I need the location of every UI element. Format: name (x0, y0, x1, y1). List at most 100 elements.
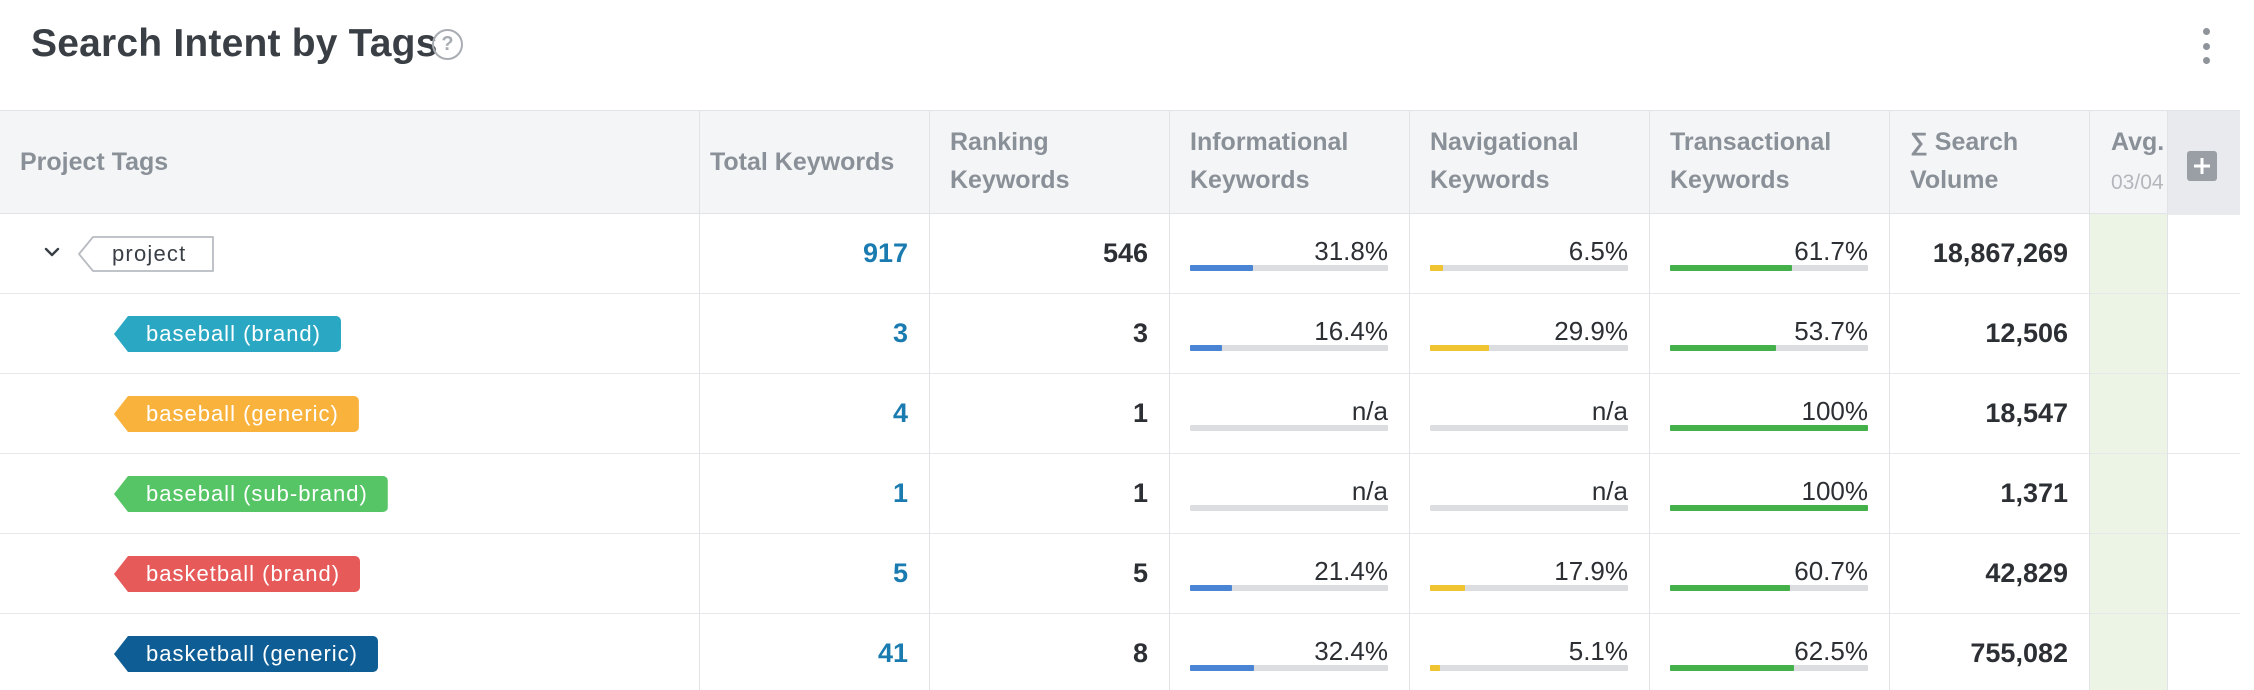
informational-percent: n/a (1351, 396, 1388, 426)
ranking-keywords-value: 3 (1132, 318, 1148, 348)
col-ranking-line1: Ranking (950, 128, 1049, 156)
page-edge (2240, 0, 2254, 690)
chevron-down-icon[interactable] (42, 242, 62, 262)
informational-cell: n/a (1190, 454, 1388, 533)
informational-bar-fill (1190, 665, 1255, 671)
ranking-keywords-value: 1 (1132, 478, 1148, 508)
col-search-volume[interactable]: ∑ Search Volume (1910, 123, 2018, 226)
tag-badge[interactable]: baseball (generic) (114, 396, 359, 432)
total-keywords-link[interactable]: 4 (700, 374, 908, 453)
navigational-cell: 5.1% (1430, 614, 1628, 690)
transactional-bar-fill (1670, 425, 1868, 431)
tag-badge[interactable]: baseball (sub-brand) (114, 476, 388, 512)
navigational-bar-fill (1430, 585, 1466, 591)
tag-badge[interactable]: baseball (brand) (114, 316, 341, 352)
informational-cell: 31.8% (1190, 214, 1388, 293)
informational-bar-track (1190, 665, 1388, 671)
navigational-bar-track (1430, 345, 1628, 351)
table-row[interactable]: basketball (brand) 5 5 21.4% 17.9% 60.7% (0, 534, 2240, 614)
divider (1649, 110, 1650, 690)
col-navigational-line2: Keywords (1430, 166, 1550, 194)
plus-icon[interactable] (2187, 151, 2217, 181)
transactional-bar-fill (1670, 345, 1777, 351)
divider (699, 110, 700, 690)
col-transactional-line2: Keywords (1670, 166, 1790, 194)
transactional-bar-fill (1670, 585, 1791, 591)
transactional-cell: 100% (1670, 374, 1868, 453)
transactional-percent: 60.7% (1794, 556, 1868, 586)
total-keywords-link[interactable]: 3 (700, 294, 908, 373)
table-row[interactable]: baseball (brand) 3 3 16.4% 29.9% 53.7% 1… (0, 294, 2240, 374)
informational-percent: 31.8% (1314, 236, 1388, 266)
transactional-bar-fill (1670, 505, 1868, 511)
search-volume-value: 18,547 (1985, 398, 2068, 428)
informational-cell: n/a (1190, 374, 1388, 453)
navigational-cell: n/a (1430, 454, 1628, 533)
transactional-bar-track (1670, 585, 1868, 591)
navigational-bar-track (1430, 265, 1628, 271)
navigational-percent: n/a (1591, 476, 1628, 506)
col-transactional[interactable]: Transactional Keywords (1670, 123, 1831, 226)
search-intent-table: Project Tags Total Keywords Ranking Keyw… (0, 110, 2240, 690)
question-circle-icon[interactable]: ? (432, 29, 463, 60)
informational-bar-fill (1190, 345, 1223, 351)
col-informational-line1: Informational (1190, 128, 1349, 156)
navigational-percent: 5.1% (1568, 636, 1628, 666)
col-informational[interactable]: Informational Keywords (1190, 123, 1348, 226)
transactional-cell: 60.7% (1670, 534, 1868, 613)
transactional-bar-track (1670, 505, 1868, 511)
col-ranking-keywords[interactable]: Ranking Keywords (950, 123, 1069, 226)
transactional-percent: 62.5% (1794, 636, 1868, 666)
search-volume-value: 1,371 (2000, 478, 2068, 508)
transactional-bar-fill (1670, 265, 1793, 271)
divider (2167, 110, 2168, 690)
col-navigational-line1: Navigational (1430, 128, 1579, 156)
ranking-keywords-value: 5 (1132, 558, 1148, 588)
transactional-cell: 100% (1670, 454, 1868, 533)
table-row[interactable]: project 917 546 31.8% 6.5% 61.7% 18,867,… (0, 214, 2240, 294)
tag-label: project (112, 241, 187, 266)
total-keywords-link[interactable]: 917 (700, 214, 908, 293)
transactional-cell: 61.7% (1670, 214, 1868, 293)
transactional-cell: 53.7% (1670, 294, 1868, 373)
informational-percent: n/a (1351, 476, 1388, 506)
ranking-keywords-value: 546 (1102, 238, 1148, 268)
kebab-vertical-icon[interactable] (2196, 28, 2216, 64)
tag-badge[interactable]: basketball (generic) (114, 636, 378, 672)
informational-percent: 16.4% (1314, 316, 1388, 346)
informational-percent: 32.4% (1314, 636, 1388, 666)
search-volume-value: 755,082 (1970, 638, 2068, 668)
total-keywords-link[interactable]: 41 (700, 614, 908, 690)
tag-badge[interactable]: basketball (brand) (114, 556, 361, 592)
col-navigational[interactable]: Navigational Keywords (1430, 123, 1579, 226)
transactional-percent: 53.7% (1794, 316, 1868, 346)
divider (1169, 110, 1170, 690)
informational-bar-track (1190, 585, 1388, 591)
total-keywords-link[interactable]: 5 (700, 534, 908, 613)
informational-bar-track (1190, 505, 1388, 511)
table-header: Project Tags Total Keywords Ranking Keyw… (0, 110, 2240, 215)
divider (929, 110, 930, 690)
navigational-percent: 29.9% (1554, 316, 1628, 346)
search-volume-value: 18,867,269 (1932, 238, 2068, 268)
table-row[interactable]: baseball (generic) 4 1 n/a n/a 100% 18,5… (0, 374, 2240, 454)
navigational-bar-fill (1430, 345, 1490, 351)
col-volume-line1: ∑ Search (1910, 128, 2019, 156)
informational-percent: 21.4% (1314, 556, 1388, 586)
total-keywords-link[interactable]: 1 (700, 454, 908, 533)
transactional-bar-fill (1670, 665, 1794, 671)
divider (1889, 110, 1890, 690)
navigational-bar-track (1430, 505, 1628, 511)
navigational-bar-fill (1430, 665, 1441, 671)
col-informational-line2: Keywords (1190, 166, 1310, 194)
table-row[interactable]: basketball (generic) 41 8 32.4% 5.1% 62.… (0, 614, 2240, 690)
navigational-percent: 6.5% (1568, 236, 1628, 266)
informational-bar-fill (1190, 265, 1253, 271)
col-transactional-line1: Transactional (1670, 128, 1832, 156)
table-row[interactable]: baseball (sub-brand) 1 1 n/a n/a 100% 1,… (0, 454, 2240, 534)
informational-bar-fill (1190, 585, 1233, 591)
navigational-cell: 29.9% (1430, 294, 1628, 373)
widget-header: Search Intent by Tags ? (0, 0, 2240, 110)
divider (2089, 110, 2090, 690)
navigational-cell: n/a (1430, 374, 1628, 453)
